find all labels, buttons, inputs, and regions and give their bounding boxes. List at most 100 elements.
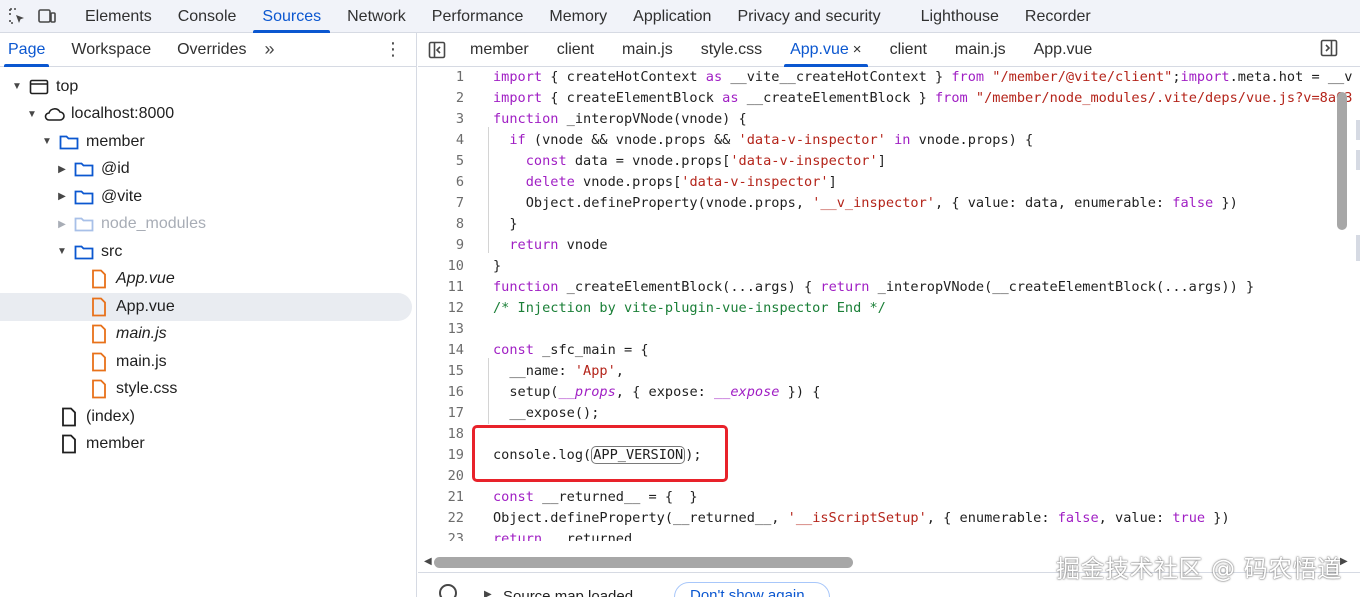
tree-item-style-css[interactable]: style.css <box>0 376 416 404</box>
line-number[interactable]: 22 <box>418 508 464 529</box>
frame-icon <box>28 76 50 98</box>
tree-item-node-modules[interactable]: ▶ node_modules <box>0 211 416 239</box>
tab-elements[interactable]: Elements <box>72 0 165 33</box>
tab-lighthouse[interactable]: Lighthouse <box>908 0 1012 33</box>
folder-icon <box>73 213 95 235</box>
tree-item-member-folder[interactable]: ▼ member <box>0 128 416 156</box>
tree-item-top[interactable]: ▼ top <box>0 73 416 101</box>
code-line: 9 return vnode <box>418 235 1360 256</box>
tab-performance[interactable]: Performance <box>419 0 537 33</box>
tab-overrides[interactable]: Overrides <box>171 33 252 67</box>
tree-item-member-doc[interactable]: member <box>0 431 416 459</box>
line-number[interactable]: 3 <box>418 109 464 130</box>
expand-arrow-icon[interactable]: ▼ <box>25 107 39 121</box>
folder-icon <box>73 158 95 180</box>
expand-arrow-icon[interactable]: ▼ <box>55 245 69 259</box>
line-number[interactable]: 11 <box>418 277 464 298</box>
dont-show-again-button[interactable]: Don't show again <box>674 582 830 597</box>
line-number[interactable]: 12 <box>418 298 464 319</box>
tree-label: (index) <box>86 407 135 425</box>
file-tab-member[interactable]: member <box>456 33 543 67</box>
line-number[interactable]: 1 <box>418 67 464 88</box>
tab-sources[interactable]: Sources <box>249 0 334 33</box>
file-tab-style-css[interactable]: style.css <box>687 33 776 67</box>
line-number[interactable]: 17 <box>418 403 464 424</box>
tree-label: src <box>101 242 123 260</box>
toggle-navigator-icon[interactable] <box>418 41 456 59</box>
inspect-element-icon[interactable] <box>6 5 28 27</box>
device-toolbar-icon[interactable] <box>36 5 58 27</box>
line-number[interactable]: 14 <box>418 340 464 361</box>
file-tab-main-js-2[interactable]: main.js <box>941 33 1020 67</box>
line-number[interactable]: 13 <box>418 319 464 340</box>
line-number[interactable]: 21 <box>418 487 464 508</box>
line-number[interactable]: 10 <box>418 256 464 277</box>
code-line: 16 setup(__props, { expose: __expose }) … <box>418 382 1360 403</box>
file-icon <box>88 378 110 400</box>
tree-item-main-js[interactable]: main.js <box>0 348 416 376</box>
tab-workspace[interactable]: Workspace <box>65 33 157 67</box>
expand-caret-icon[interactable]: ▶ <box>484 589 492 597</box>
more-tabs-icon[interactable]: » <box>264 39 274 60</box>
line-number[interactable]: 19 <box>418 445 464 466</box>
kebab-menu-icon[interactable]: ⋮ <box>384 39 402 60</box>
tab-console[interactable]: Console <box>165 0 250 33</box>
line-number[interactable]: 2 <box>418 88 464 109</box>
tree-label: main.js <box>116 352 167 370</box>
file-icon <box>88 351 110 373</box>
tab-recorder[interactable]: Recorder <box>1012 0 1104 33</box>
line-number[interactable]: 7 <box>418 193 464 214</box>
line-number[interactable]: 16 <box>418 382 464 403</box>
tree-label: member <box>86 435 145 453</box>
tree-item-main-js-source[interactable]: main.js <box>0 321 416 349</box>
file-tab-main-js[interactable]: main.js <box>608 33 687 67</box>
tree-label: @id <box>101 160 130 178</box>
line-number[interactable]: 8 <box>418 214 464 235</box>
tree-item-localhost[interactable]: ▼ localhost:8000 <box>0 101 416 129</box>
tree-label: style.css <box>116 380 178 398</box>
code-line: 4 if (vnode && vnode.props && 'data-v-in… <box>418 130 1360 151</box>
collapsed-arrow-icon[interactable]: ▶ <box>55 217 69 231</box>
collapsed-arrow-icon[interactable]: ▶ <box>55 190 69 204</box>
line-number[interactable]: 6 <box>418 172 464 193</box>
tree-item-index[interactable]: (index) <box>0 403 416 431</box>
devtools-top-bar: Elements Console Sources Network Perform… <box>0 0 1360 33</box>
line-number[interactable]: 23 <box>418 529 464 541</box>
file-tab-app-vue-active[interactable]: App.vue × <box>776 33 875 67</box>
line-number[interactable]: 5 <box>418 151 464 172</box>
collapsed-arrow-icon[interactable]: ▶ <box>55 162 69 176</box>
tree-item-app-vue-source[interactable]: App.vue <box>0 266 416 294</box>
vertical-scrollbar[interactable] <box>1337 92 1347 230</box>
code-line: 7 Object.defineProperty(vnode.props, '__… <box>418 193 1360 214</box>
line-number[interactable]: 15 <box>418 361 464 382</box>
expand-arrow-icon[interactable]: ▼ <box>10 80 24 94</box>
tree-item-at-vite[interactable]: ▶ @vite <box>0 183 416 211</box>
tab-network[interactable]: Network <box>334 0 419 33</box>
code-line: 10} <box>418 256 1360 277</box>
file-tab-client[interactable]: client <box>543 33 608 67</box>
close-icon[interactable]: × <box>853 41 862 58</box>
tree-item-app-vue[interactable]: App.vue <box>0 293 412 321</box>
line-number[interactable]: 20 <box>418 466 464 487</box>
line-number[interactable]: 18 <box>418 424 464 445</box>
indent-guide <box>488 127 489 253</box>
line-number[interactable]: 9 <box>418 235 464 256</box>
tab-application[interactable]: Application <box>620 0 724 33</box>
tab-page[interactable]: Page <box>2 33 51 67</box>
horizontal-scrollbar[interactable] <box>434 557 853 568</box>
tab-privacy-security[interactable]: Privacy and security <box>724 0 893 33</box>
toggle-debugger-icon[interactable] <box>1320 39 1338 61</box>
tree-item-at-id[interactable]: ▶ @id <box>0 156 416 184</box>
tree-item-src[interactable]: ▼ src <box>0 238 416 266</box>
scroll-left-arrow-icon[interactable]: ◀ <box>424 556 432 567</box>
editor-file-tabs: member client main.js style.css App.vue ×… <box>418 33 1360 67</box>
tree-label: @vite <box>101 187 143 205</box>
expand-arrow-icon[interactable]: ▼ <box>40 135 54 149</box>
code-line: 13 <box>418 319 1360 340</box>
file-tab-client-2[interactable]: client <box>876 33 941 67</box>
line-number[interactable]: 4 <box>418 130 464 151</box>
file-tab-app-vue-2[interactable]: App.vue <box>1020 33 1107 67</box>
watermark: 掘金技术社区 @ 码农悟道 <box>1056 555 1342 583</box>
tab-memory[interactable]: Memory <box>536 0 620 33</box>
file-icon <box>88 268 110 290</box>
